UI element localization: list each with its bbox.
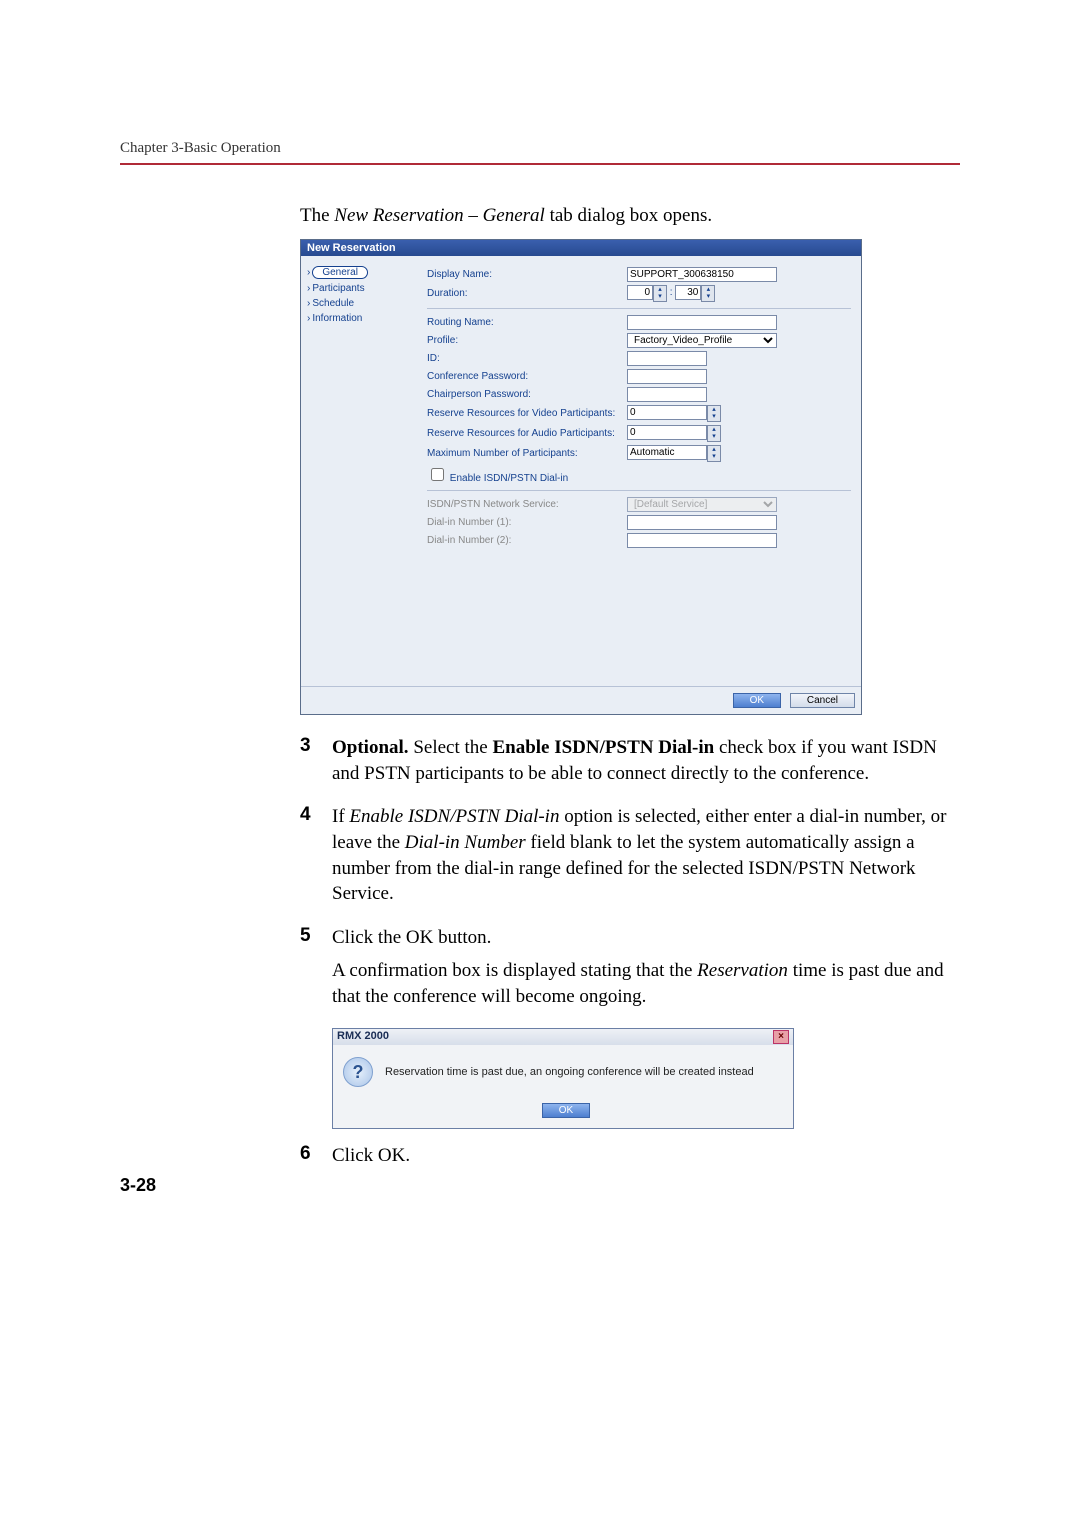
chevron-right-icon: › [307, 283, 310, 294]
chair-password-field[interactable] [627, 387, 707, 402]
confirm-ok-button[interactable]: OK [542, 1103, 590, 1118]
label-dialin2: Dial-in Number (2): [427, 535, 627, 546]
nav-schedule[interactable]: ›Schedule [307, 296, 417, 311]
label-display-name: Display Name: [427, 269, 627, 280]
routing-name-field[interactable] [627, 315, 777, 330]
chevron-right-icon: › [307, 267, 310, 278]
dialin2-field [627, 533, 777, 548]
display-name-field[interactable] [627, 267, 777, 282]
nav-general-label: General [312, 266, 368, 279]
isdn-service-select: [Default Service] [627, 497, 777, 512]
label-dialin1: Dial-in Number (1): [427, 517, 627, 528]
chapter-header: Chapter 3-Basic Operation [120, 140, 960, 157]
nav-information-label: Information [312, 313, 362, 324]
reserve-video-field[interactable] [627, 405, 707, 420]
enable-isdn-checkbox[interactable] [431, 468, 444, 481]
step5-p2i: Reservation [697, 960, 788, 981]
spinner-icon[interactable]: ▴▾ [701, 285, 715, 302]
max-participants-field[interactable] [627, 445, 707, 460]
duration-minutes-field[interactable] [675, 285, 701, 300]
close-icon[interactable]: × [773, 1030, 789, 1044]
label-routing-name: Routing Name: [427, 317, 627, 328]
spinner-icon[interactable]: ▴▾ [707, 445, 721, 462]
label-id: ID: [427, 353, 627, 364]
spinner-icon[interactable]: ▴▾ [707, 405, 721, 422]
label-duration: Duration: [427, 288, 627, 299]
step-3: 3 Optional. Select the Enable ISDN/PSTN … [300, 735, 960, 794]
label-profile: Profile: [427, 335, 627, 346]
step-number: 3 [300, 735, 332, 794]
separator [427, 490, 851, 491]
dialog-navigation: ›General ›Participants ›Schedule ›Inform… [301, 256, 423, 686]
dialog-footer: OK Cancel [301, 686, 861, 714]
duration-sep: : [670, 287, 673, 298]
step-6: 6 Click OK. [300, 1143, 960, 1177]
chevron-right-icon: › [307, 313, 310, 324]
chevron-right-icon: › [307, 298, 310, 309]
conf-password-field[interactable] [627, 369, 707, 384]
id-field[interactable] [627, 351, 707, 366]
step5-p2a: A confirmation box is displayed stating … [332, 960, 697, 981]
cancel-button[interactable]: Cancel [790, 693, 855, 708]
step3-enable: Enable ISDN/PSTN Dial-in [492, 737, 714, 758]
step3-mid: Select the [409, 737, 493, 758]
profile-select[interactable]: Factory_Video_Profile [627, 333, 777, 348]
nav-information[interactable]: ›Information [307, 311, 417, 326]
label-enable-isdn: Enable ISDN/PSTN Dial-in [450, 473, 568, 484]
lead-post: tab dialog box opens. [545, 205, 712, 226]
step4-i1: Enable ISDN/PSTN Dial-in [349, 806, 559, 827]
step-5: 5 Click the OK button. A confirmation bo… [300, 925, 960, 1018]
lead-pre: The [300, 205, 334, 226]
label-conf-password: Conference Password: [427, 371, 627, 382]
duration-hours-field[interactable] [627, 285, 653, 300]
step-number: 4 [300, 804, 332, 915]
reserve-audio-field[interactable] [627, 425, 707, 440]
step6-text: Click OK. [332, 1143, 410, 1169]
nav-general[interactable]: ›General [307, 264, 417, 281]
nav-schedule-label: Schedule [312, 298, 354, 309]
lead-italic: New Reservation – General [334, 205, 545, 226]
dialog-form: Display Name: Duration: ▴▾ : ▴▾ Routing [423, 256, 861, 686]
lead-paragraph: The New Reservation – General tab dialog… [300, 205, 960, 227]
confirmation-dialog: RMX 2000 × ? Reservation time is past du… [332, 1028, 794, 1129]
steps-list: 3 Optional. Select the Enable ISDN/PSTN … [300, 735, 960, 1018]
dialin1-field [627, 515, 777, 530]
spinner-icon[interactable]: ▴▾ [653, 285, 667, 302]
label-isdn-service: ISDN/PSTN Network Service: [427, 499, 627, 510]
question-icon: ? [343, 1057, 373, 1087]
nav-participants-label: Participants [312, 283, 364, 294]
step-4: 4 If Enable ISDN/PSTN Dial-in option is … [300, 804, 960, 915]
label-max-participants: Maximum Number of Participants: [427, 448, 627, 459]
step4-t1: If [332, 806, 349, 827]
nav-participants[interactable]: ›Participants [307, 281, 417, 296]
new-reservation-dialog: New Reservation ›General ›Participants ›… [300, 239, 862, 715]
step-number: 6 [300, 1143, 332, 1177]
confirm-title: RMX 2000 [337, 1030, 389, 1044]
header-rule [120, 163, 960, 165]
step3-optional: Optional. [332, 737, 409, 758]
dialog-titlebar: New Reservation [301, 240, 861, 256]
label-chair-password: Chairperson Password: [427, 389, 627, 400]
page-number: 3-28 [120, 1175, 156, 1196]
spinner-icon[interactable]: ▴▾ [707, 425, 721, 442]
separator [427, 308, 851, 309]
label-reserve-video: Reserve Resources for Video Participants… [427, 408, 627, 419]
step5-p1: Click the OK button. [332, 925, 960, 951]
ok-button[interactable]: OK [733, 693, 781, 708]
label-reserve-audio: Reserve Resources for Audio Participants… [427, 428, 627, 439]
step-number: 5 [300, 925, 332, 1018]
step4-i2: Dial-in Number [405, 832, 526, 853]
confirm-message: Reservation time is past due, an ongoing… [385, 1066, 754, 1078]
